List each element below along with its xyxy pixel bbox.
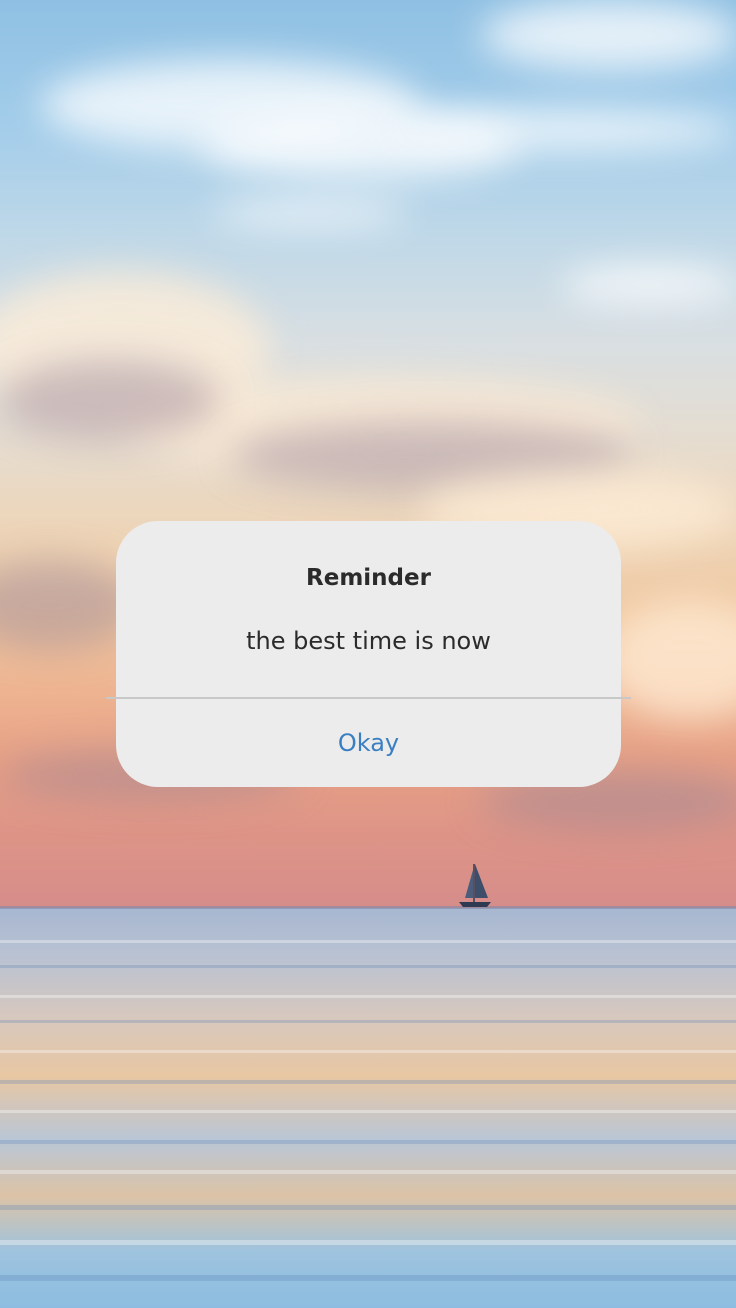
- okay-button[interactable]: Okay: [116, 699, 621, 787]
- cloud: [380, 110, 736, 150]
- wave: [0, 1110, 736, 1113]
- cloud: [480, 0, 736, 70]
- horizon-line: [0, 906, 736, 909]
- wave: [0, 1170, 736, 1174]
- dialog-message: the best time is now: [246, 627, 491, 655]
- wave: [0, 940, 736, 943]
- sea: [0, 908, 736, 1308]
- reminder-dialog: Reminder the best time is now Okay: [106, 521, 631, 787]
- wave: [0, 1240, 736, 1245]
- cloud: [0, 360, 220, 440]
- wave: [0, 1140, 736, 1144]
- wave: [0, 965, 736, 968]
- wave: [0, 1020, 736, 1023]
- wave: [0, 1080, 736, 1084]
- wave: [0, 1050, 736, 1053]
- cloud: [210, 200, 410, 226]
- dialog-title: Reminder: [306, 565, 431, 591]
- wave: [0, 995, 736, 998]
- sailboat-icon: [459, 864, 491, 907]
- cloud: [560, 265, 736, 305]
- wave: [0, 1275, 736, 1281]
- wave: [0, 1205, 736, 1210]
